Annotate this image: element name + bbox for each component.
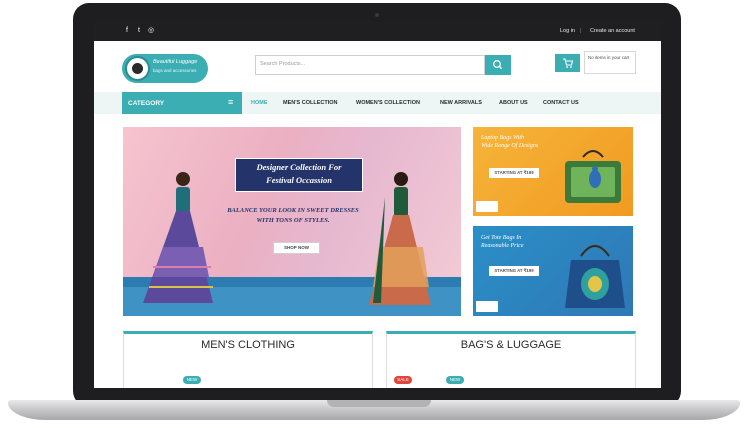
logo-tagline: bags and accessories [153, 68, 197, 73]
hero-title-line1: Designer Collection For [256, 162, 342, 172]
side2-button-label: STARTING AT ₹199 [494, 268, 534, 273]
bags-luggage-title: BAG'S & LUGGAGE [460, 339, 562, 351]
sale-badge: SALE [394, 376, 412, 384]
instagram-icon[interactable]: ◎ [147, 26, 155, 35]
topbar-separator: | [580, 28, 582, 34]
cart-text: No items in your cart [588, 55, 630, 60]
brand-tag-icon [476, 201, 498, 212]
category-label: CATEGORY [128, 100, 165, 107]
shop-now-label: SHOP NOW [284, 245, 309, 250]
search-placeholder: Search Products... [260, 61, 306, 67]
search-button[interactable] [485, 55, 511, 75]
panda-icon [132, 63, 143, 74]
side1-title-line2: Wide Range Of Designs [481, 143, 539, 149]
hero-subtitle-line1: BALANCE YOUR LOOK IN SWEET DRESSES [227, 207, 359, 214]
mens-clothing-title: MEN'S CLOTHING [201, 339, 295, 351]
side1-title-line1: Laptop Bags With [481, 135, 525, 141]
website-screen: f t ◎ Log in | Create an account Beautif… [94, 21, 661, 388]
new-badge: NEW [446, 376, 464, 384]
side2-title-line1: Get Tote Bags In [481, 235, 522, 241]
laptop-notch [327, 400, 431, 407]
hero-subtitle-line2: WITH TONS OF STYLES. [256, 217, 330, 224]
cart-icon [563, 58, 574, 68]
new-badge: NEW [183, 376, 201, 384]
hero-banner[interactable]: Designer Collection For Festival Occassi… [123, 127, 461, 316]
laptop-mockup: f t ◎ Log in | Create an account Beautif… [0, 0, 747, 428]
logo-name: Beautiful Luggage [153, 59, 198, 65]
nav-contact-us[interactable]: CONTACT US [543, 100, 579, 106]
side1-button-label: STARTING AT ₹199 [494, 170, 534, 175]
search-icon [493, 60, 503, 70]
hero-title-line2: Festival Occassion [266, 175, 332, 185]
camera-icon [375, 13, 379, 17]
hamburger-icon[interactable]: ≡ [228, 98, 237, 107]
nav-new-arrivals[interactable]: NEW ARRIVALS [440, 100, 482, 106]
nav-home[interactable]: HOME [251, 100, 268, 106]
login-link[interactable]: Log in [560, 27, 575, 35]
side2-title-line2: Reasonable Price [481, 243, 524, 249]
nav-mens-collection[interactable]: MEN'S COLLECTION [283, 100, 337, 106]
create-account-link[interactable]: Create an account [590, 27, 635, 35]
top-bar [94, 21, 661, 41]
brand-tag-icon [476, 301, 498, 312]
nav-womens-collection[interactable]: WOMEN'S COLLECTION [356, 100, 420, 106]
cart-button[interactable] [555, 54, 580, 72]
twitter-icon[interactable]: t [135, 26, 143, 35]
nav-about-us[interactable]: ABOUT US [499, 100, 528, 106]
facebook-icon[interactable]: f [123, 26, 131, 35]
